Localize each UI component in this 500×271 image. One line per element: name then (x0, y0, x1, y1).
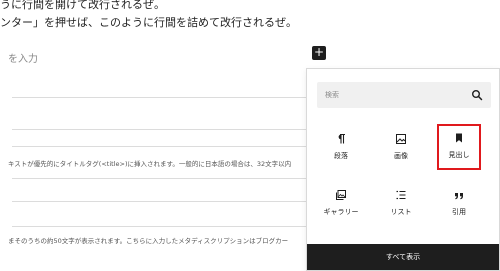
image-icon (396, 134, 406, 144)
browse-all-button[interactable]: すべて表示 (307, 244, 499, 270)
block-list[interactable]: リスト (379, 183, 423, 227)
block-label: リスト (390, 208, 412, 216)
divider (12, 146, 306, 147)
block-label: 見出し (448, 151, 470, 159)
block-search-input[interactable] (317, 82, 467, 108)
divider (12, 129, 306, 130)
block-label: 引用 (452, 208, 466, 216)
block-label: ギャラリー (323, 208, 359, 216)
bookmark-icon (456, 133, 462, 143)
add-block-button[interactable]: + (312, 46, 326, 60)
block-search (317, 82, 491, 108)
list-icon (396, 190, 406, 200)
field-description-1: キストが優先的にタイトルタグ(<title>)に挿入されます。一般的に日本語の場… (8, 160, 292, 168)
title-placeholder[interactable]: を入力 (8, 50, 38, 65)
field-description-2: まそのうちの約50文字が表示されます。こちらに入力したメタディスクリプションはブ… (8, 237, 289, 245)
block-heading[interactable]: 見出し (437, 124, 481, 170)
gallery-icon (336, 190, 346, 200)
editor-text-line-1: うに行間を開けて改行されるぜ。 (0, 0, 165, 11)
block-gallery[interactable]: ギャラリー (319, 183, 363, 227)
plus-icon: + (313, 45, 325, 59)
block-label: 段落 (334, 152, 348, 160)
block-image[interactable]: 画像 (379, 127, 423, 171)
block-inserter-popover: 段落 画像 見出し ギャラリー リスト (306, 68, 500, 271)
paragraph-icon (338, 133, 345, 144)
divider (12, 97, 306, 98)
search-icon[interactable] (471, 89, 483, 101)
divider (12, 178, 306, 179)
divider (12, 201, 306, 202)
block-label: 画像 (394, 152, 408, 160)
divider (12, 226, 306, 227)
editor-text-line-2: ンター」を押せば、このように行間を詰めて改行されるぜ。 (0, 16, 297, 29)
block-paragraph[interactable]: 段落 (319, 127, 363, 171)
block-quote[interactable]: 引用 (437, 183, 481, 227)
quote-icon (455, 193, 463, 200)
